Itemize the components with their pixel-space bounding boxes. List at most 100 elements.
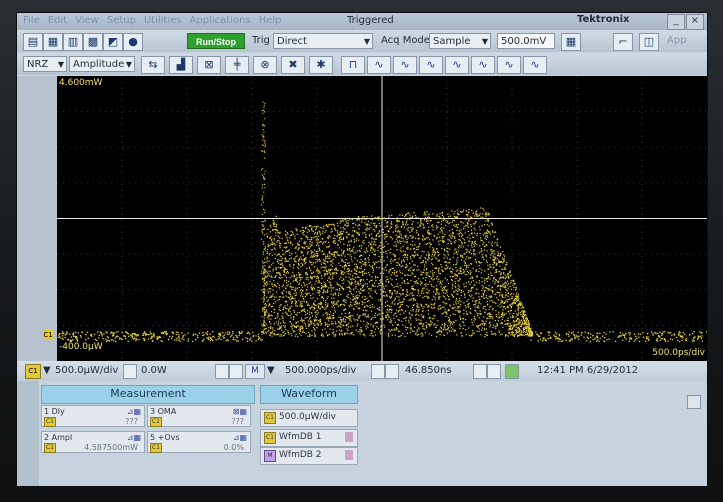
horizontal-scale-spinner[interactable] [385, 364, 399, 379]
run-stop-button[interactable]: Run/Stop [187, 33, 245, 49]
position-spinner[interactable] [487, 364, 501, 379]
vertical-scale-spinner[interactable] [123, 364, 137, 379]
trace-point [459, 270, 461, 272]
keypad-icon[interactable]: ▦ [561, 33, 581, 51]
measurement-slot-3[interactable]: 3 OMA ⊠▦ C1 ??? [147, 405, 251, 427]
trace-point [362, 270, 364, 272]
trace-point [527, 327, 529, 330]
menu-utilities[interactable]: Utilities [144, 15, 182, 26]
waveform-row-c1[interactable]: C1 500.0μW/div [260, 409, 358, 427]
signal-format-dropdown[interactable]: NRZ ▼ [23, 56, 67, 72]
trace-point [449, 222, 451, 224]
trace-point [316, 270, 318, 272]
trace-point [488, 315, 491, 317]
trace-point [343, 250, 345, 253]
position-keypad-icon[interactable] [473, 364, 487, 379]
menu-view[interactable]: View [75, 15, 99, 26]
trace-point [270, 311, 273, 313]
trace-point [342, 324, 344, 326]
trace-point [314, 334, 316, 336]
menu-setup[interactable]: Setup [107, 15, 136, 26]
edge-trigger-icon[interactable]: ⌐ [613, 33, 633, 51]
tab-waveform[interactable]: Waveform [260, 385, 358, 404]
trace-point [336, 283, 338, 285]
trace-point [446, 250, 448, 252]
trace-point [176, 337, 178, 339]
fall-icon[interactable]: ∿ [419, 56, 443, 74]
trace-point [408, 294, 410, 296]
clear-icon[interactable]: ✱ [309, 56, 333, 74]
measurement-type-dropdown[interactable]: Amplitude ▼ [69, 56, 135, 72]
trace-point [481, 323, 483, 325]
mask-icon[interactable]: ⊠ [197, 56, 221, 74]
trace-point [488, 288, 490, 290]
horizontal-scale-keypad-icon[interactable] [371, 364, 385, 379]
menu-applications[interactable]: Applications [190, 15, 251, 26]
offset-spinner[interactable] [229, 364, 243, 379]
menu-edit[interactable]: Edit [48, 15, 67, 26]
close-button[interactable]: × [686, 14, 704, 30]
lock-icon[interactable] [505, 364, 519, 379]
measurement-slot-2-settings-icon[interactable]: ⊿▦ [127, 433, 141, 442]
cursor-icon[interactable]: ╪ [225, 56, 249, 74]
trace-point [397, 311, 399, 313]
measurement-slot-5-settings-icon[interactable]: ⊿▦ [233, 433, 247, 442]
trace-point [220, 338, 222, 341]
measurement-slot-5[interactable]: 5 +Ovs ⊿▦ C1 0.0% [147, 431, 251, 453]
image-icon[interactable]: ▦ [43, 33, 63, 51]
app-label[interactable]: App [667, 35, 687, 46]
stop-sign-icon[interactable]: ● [123, 33, 143, 51]
trace-point [351, 219, 353, 221]
print-icon[interactable]: ▤ [23, 33, 43, 51]
trace-point [472, 300, 474, 302]
channel1-chip[interactable]: C1 [25, 364, 41, 379]
trace-point [330, 290, 332, 292]
trace-point [523, 311, 525, 314]
trace-point [515, 297, 517, 299]
tab-measurement[interactable]: Measurement [41, 385, 255, 404]
waveform-row-wfmdb1[interactable]: C1 WfmDB 1 [260, 429, 358, 447]
trace-point [454, 237, 456, 239]
histogram-icon[interactable]: ▟ [169, 56, 193, 74]
trace-point [266, 276, 268, 278]
math-menu-caret[interactable]: ▼ [267, 365, 275, 376]
trace-point [382, 312, 384, 314]
frequency-icon[interactable]: ∿ [471, 56, 495, 74]
trace-point [474, 240, 476, 242]
measurement-slot-1-settings-icon[interactable]: ⊿▦ [127, 407, 141, 416]
trace-point [490, 249, 492, 251]
autoset-icon[interactable]: ◫ [639, 33, 659, 51]
trace-point [73, 335, 75, 337]
panel-collapse-rail[interactable] [17, 381, 39, 486]
measurement-slot-2[interactable]: 2 Ampl ⊿▦ C1 4.587500mW [41, 431, 145, 453]
acq-mode-dropdown[interactable]: Sample ▼ [429, 33, 491, 49]
pulse-icon[interactable]: ⊓ [341, 56, 365, 74]
menu-file[interactable]: File [23, 15, 40, 26]
duty-icon[interactable]: ∿ [523, 56, 547, 74]
trace-point [349, 288, 351, 290]
plot-icon[interactable]: ◩ [103, 33, 123, 51]
minimize-button[interactable]: _ [667, 14, 685, 30]
rise-fall-icon[interactable]: ∿ [367, 56, 391, 74]
width-icon[interactable]: ∿ [497, 56, 521, 74]
trigger-level-field[interactable]: 500.0mV [497, 33, 555, 49]
math-button[interactable]: M [245, 364, 265, 379]
eye-diagram-icon[interactable]: ⊗ [253, 56, 277, 74]
measurement-slot-3-settings-icon[interactable]: ⊠▦ [233, 407, 247, 416]
menu-help[interactable]: Help [259, 15, 282, 26]
period-icon[interactable]: ∿ [445, 56, 469, 74]
trace-point [455, 301, 457, 303]
save-icon[interactable]: ▥ [63, 33, 83, 51]
offset-keypad-icon[interactable] [215, 364, 229, 379]
trigger-source-dropdown[interactable]: Direct ▼ [273, 33, 373, 49]
color-grade-icon[interactable]: ▩ [83, 33, 103, 51]
trace-point [512, 312, 514, 315]
trace-point [700, 332, 702, 334]
channel1-menu-caret[interactable]: ▼ [43, 365, 51, 376]
measurement-slot-1[interactable]: 1 Dly ⊿▦ C1 ??? [41, 405, 145, 427]
zoom-icon[interactable]: ⇆ [141, 56, 165, 74]
trace-point [368, 234, 370, 236]
trace-point [361, 289, 363, 292]
rise-icon[interactable]: ∿ [393, 56, 417, 74]
delete-icon[interactable]: ✖ [281, 56, 305, 74]
